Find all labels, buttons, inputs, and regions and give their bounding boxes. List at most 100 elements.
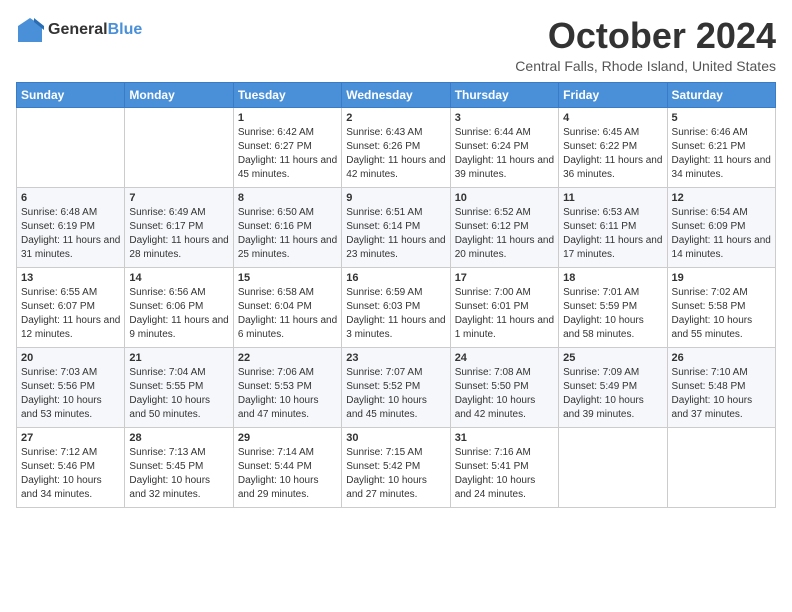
calendar-cell: 6 Sunrise: 6:48 AM Sunset: 6:19 PM Daylig… xyxy=(17,187,125,267)
header-monday: Monday xyxy=(125,82,233,107)
calendar-week-2: 6 Sunrise: 6:48 AM Sunset: 6:19 PM Daylig… xyxy=(17,187,776,267)
day-number: 28 xyxy=(129,432,228,444)
day-number: 4 xyxy=(563,112,662,124)
day-number: 10 xyxy=(455,192,554,204)
day-info: Sunrise: 6:52 AM Sunset: 6:12 PM Dayligh… xyxy=(455,206,554,262)
calendar-cell: 29Sunrise: 7:14 AM Sunset: 5:44 PM Dayli… xyxy=(233,427,341,507)
day-number: 20 xyxy=(21,352,120,364)
calendar-cell xyxy=(559,427,667,507)
calendar-cell xyxy=(17,107,125,187)
day-info: Sunrise: 6:58 AM Sunset: 6:04 PM Dayligh… xyxy=(238,286,337,342)
calendar-cell: 2 Sunrise: 6:43 AM Sunset: 6:26 PM Daylig… xyxy=(342,107,450,187)
calendar-cell: 28 Sunrise: 7:13 AM Sunset: 5:45 PM Dayli… xyxy=(125,427,233,507)
logo-general: GeneralBlue xyxy=(48,21,142,39)
day-info: Sunrise: 7:12 AM Sunset: 5:46 PM Dayligh… xyxy=(21,446,120,502)
calendar-week-3: 13 Sunrise: 6:55 AM Sunset: 6:07 PM Dayli… xyxy=(17,267,776,347)
calendar-cell: 17 Sunrise: 7:00 AM Sunset: 6:01 PM Dayli… xyxy=(450,267,558,347)
day-info: Sunrise: 7:15 AM Sunset: 5:42 PM Dayligh… xyxy=(346,446,445,502)
header-friday: Friday xyxy=(559,82,667,107)
day-info: Sunrise: 7:16 AM Sunset: 5:41 PM Dayligh… xyxy=(455,446,554,502)
page-header: GeneralBlue October 2024 Central Falls, … xyxy=(16,16,776,74)
day-info: Sunrise: 6:53 AM Sunset: 6:11 PM Dayligh… xyxy=(563,206,662,262)
calendar-cell: 11 Sunrise: 6:53 AM Sunset: 6:11 PM Dayli… xyxy=(559,187,667,267)
calendar-cell: 7Sunrise: 6:49 AM Sunset: 6:17 PM Daylig… xyxy=(125,187,233,267)
day-info: Sunrise: 7:09 AM Sunset: 5:49 PM Dayligh… xyxy=(563,366,662,422)
calendar-cell: 9 Sunrise: 6:51 AM Sunset: 6:14 PM Daylig… xyxy=(342,187,450,267)
header-thursday: Thursday xyxy=(450,82,558,107)
calendar-cell: 26 Sunrise: 7:10 AM Sunset: 5:48 PM Dayli… xyxy=(667,347,775,427)
day-number: 30 xyxy=(346,432,445,444)
day-number: 21 xyxy=(129,352,228,364)
header-tuesday: Tuesday xyxy=(233,82,341,107)
logo: GeneralBlue xyxy=(16,16,142,44)
day-info: Sunrise: 7:06 AM Sunset: 5:53 PM Dayligh… xyxy=(238,366,337,422)
calendar-cell: 19Sunrise: 7:02 AM Sunset: 5:58 PM Dayli… xyxy=(667,267,775,347)
calendar-cell: 20 Sunrise: 7:03 AM Sunset: 5:56 PM Dayli… xyxy=(17,347,125,427)
day-number: 27 xyxy=(21,432,120,444)
day-info: Sunrise: 6:44 AM Sunset: 6:24 PM Dayligh… xyxy=(455,126,554,182)
day-number: 2 xyxy=(346,112,445,124)
calendar-cell: 8 Sunrise: 6:50 AM Sunset: 6:16 PM Daylig… xyxy=(233,187,341,267)
day-number: 3 xyxy=(455,112,554,124)
day-info: Sunrise: 6:43 AM Sunset: 6:26 PM Dayligh… xyxy=(346,126,445,182)
day-info: Sunrise: 7:13 AM Sunset: 5:45 PM Dayligh… xyxy=(129,446,228,502)
day-number: 15 xyxy=(238,272,337,284)
day-number: 17 xyxy=(455,272,554,284)
day-number: 5 xyxy=(672,112,771,124)
day-number: 8 xyxy=(238,192,337,204)
day-number: 23 xyxy=(346,352,445,364)
calendar-week-4: 20 Sunrise: 7:03 AM Sunset: 5:56 PM Dayli… xyxy=(17,347,776,427)
calendar-body: 1 Sunrise: 6:42 AM Sunset: 6:27 PM Daylig… xyxy=(17,107,776,507)
calendar-header: Sunday Monday Tuesday Wednesday Thursday… xyxy=(17,82,776,107)
day-number: 24 xyxy=(455,352,554,364)
calendar-cell: 27 Sunrise: 7:12 AM Sunset: 5:46 PM Dayli… xyxy=(17,427,125,507)
day-number: 6 xyxy=(21,192,120,204)
calendar-cell: 30 Sunrise: 7:15 AM Sunset: 5:42 PM Dayli… xyxy=(342,427,450,507)
title-block: October 2024 Central Falls, Rhode Island… xyxy=(515,16,776,74)
day-number: 11 xyxy=(563,192,662,204)
day-info: Sunrise: 6:48 AM Sunset: 6:19 PM Dayligh… xyxy=(21,206,120,262)
day-info: Sunrise: 7:10 AM Sunset: 5:48 PM Dayligh… xyxy=(672,366,771,422)
day-info: Sunrise: 6:51 AM Sunset: 6:14 PM Dayligh… xyxy=(346,206,445,262)
day-number: 18 xyxy=(563,272,662,284)
day-number: 1 xyxy=(238,112,337,124)
calendar-cell: 5 Sunrise: 6:46 AM Sunset: 6:21 PM Daylig… xyxy=(667,107,775,187)
day-info: Sunrise: 7:02 AM Sunset: 5:58 PM Dayligh… xyxy=(672,286,771,342)
calendar-cell: 1 Sunrise: 6:42 AM Sunset: 6:27 PM Daylig… xyxy=(233,107,341,187)
header-sunday: Sunday xyxy=(17,82,125,107)
month-title: October 2024 xyxy=(515,16,776,56)
day-info: Sunrise: 7:14 AM Sunset: 5:44 PM Dayligh… xyxy=(238,446,337,502)
calendar-week-5: 27 Sunrise: 7:12 AM Sunset: 5:46 PM Dayli… xyxy=(17,427,776,507)
day-info: Sunrise: 7:01 AM Sunset: 5:59 PM Dayligh… xyxy=(563,286,662,342)
calendar-cell: 31 Sunrise: 7:16 AM Sunset: 5:41 PM Dayli… xyxy=(450,427,558,507)
day-info: Sunrise: 7:00 AM Sunset: 6:01 PM Dayligh… xyxy=(455,286,554,342)
calendar-cell xyxy=(667,427,775,507)
header-wednesday: Wednesday xyxy=(342,82,450,107)
calendar-cell: 13 Sunrise: 6:55 AM Sunset: 6:07 PM Dayli… xyxy=(17,267,125,347)
calendar-table: Sunday Monday Tuesday Wednesday Thursday… xyxy=(16,82,776,508)
day-info: Sunrise: 7:04 AM Sunset: 5:55 PM Dayligh… xyxy=(129,366,228,422)
day-info: Sunrise: 6:50 AM Sunset: 6:16 PM Dayligh… xyxy=(238,206,337,262)
day-info: Sunrise: 7:08 AM Sunset: 5:50 PM Dayligh… xyxy=(455,366,554,422)
day-info: Sunrise: 6:49 AM Sunset: 6:17 PM Dayligh… xyxy=(129,206,228,262)
day-number: 31 xyxy=(455,432,554,444)
calendar-cell: 16Sunrise: 6:59 AM Sunset: 6:03 PM Dayli… xyxy=(342,267,450,347)
day-info: Sunrise: 6:54 AM Sunset: 6:09 PM Dayligh… xyxy=(672,206,771,262)
logo-icon xyxy=(16,16,44,44)
day-number: 13 xyxy=(21,272,120,284)
day-info: Sunrise: 7:03 AM Sunset: 5:56 PM Dayligh… xyxy=(21,366,120,422)
day-info: Sunrise: 6:55 AM Sunset: 6:07 PM Dayligh… xyxy=(21,286,120,342)
day-info: Sunrise: 6:42 AM Sunset: 6:27 PM Dayligh… xyxy=(238,126,337,182)
day-info: Sunrise: 6:46 AM Sunset: 6:21 PM Dayligh… xyxy=(672,126,771,182)
day-info: Sunrise: 6:56 AM Sunset: 6:06 PM Dayligh… xyxy=(129,286,228,342)
calendar-cell: 23 Sunrise: 7:07 AM Sunset: 5:52 PM Dayli… xyxy=(342,347,450,427)
calendar-cell: 14 Sunrise: 6:56 AM Sunset: 6:06 PM Dayli… xyxy=(125,267,233,347)
calendar-cell: 10 Sunrise: 6:52 AM Sunset: 6:12 PM Dayli… xyxy=(450,187,558,267)
day-number: 26 xyxy=(672,352,771,364)
day-number: 14 xyxy=(129,272,228,284)
day-info: Sunrise: 7:07 AM Sunset: 5:52 PM Dayligh… xyxy=(346,366,445,422)
calendar-week-1: 1 Sunrise: 6:42 AM Sunset: 6:27 PM Daylig… xyxy=(17,107,776,187)
day-number: 25 xyxy=(563,352,662,364)
day-number: 9 xyxy=(346,192,445,204)
day-info: Sunrise: 6:45 AM Sunset: 6:22 PM Dayligh… xyxy=(563,126,662,182)
